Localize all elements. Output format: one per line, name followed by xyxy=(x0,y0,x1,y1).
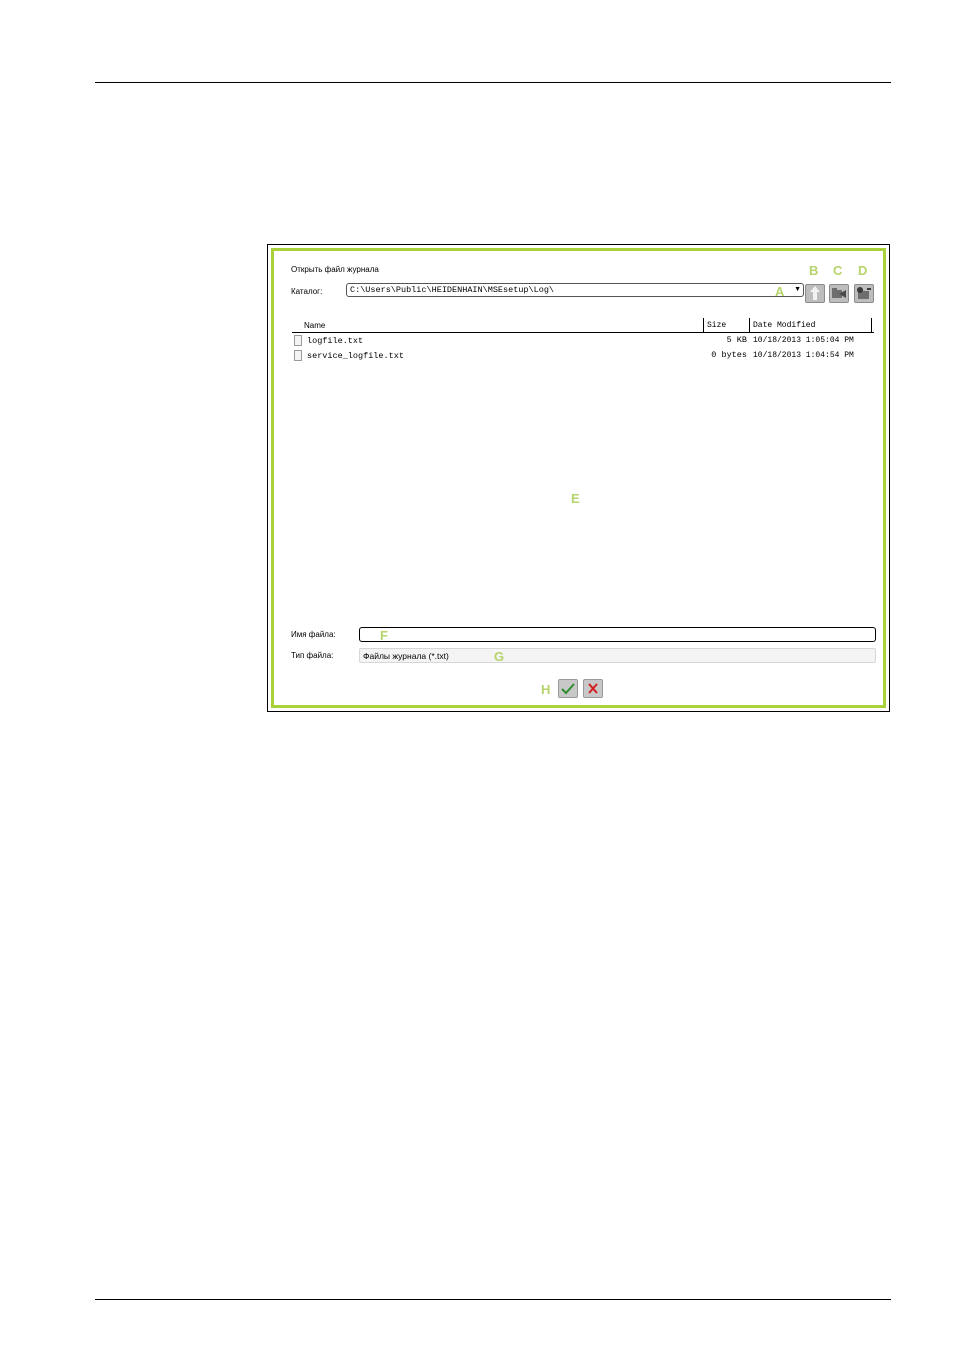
folder-back-icon xyxy=(832,288,846,298)
file-name: service_logfile.txt xyxy=(307,351,404,361)
file-name: logfile.txt xyxy=(307,336,364,346)
file-row[interactable]: logfile.txt 5 KB 10/18/2013 1:05:04 PM xyxy=(292,335,874,349)
callout-c: C xyxy=(833,263,843,278)
ok-button[interactable] xyxy=(558,679,578,698)
file-date: 10/18/2013 1:04:54 PM xyxy=(753,351,854,360)
file-size: 0 bytes xyxy=(711,350,747,360)
column-separator[interactable] xyxy=(871,318,872,332)
filename-label: Имя файла: xyxy=(291,630,336,639)
directory-label: Каталог: xyxy=(291,287,323,296)
file-size: 5 KB xyxy=(726,335,747,345)
directory-combobox[interactable]: C:\Users\Public\HEIDENHAIN\MSEsetup\Log\… xyxy=(346,283,804,297)
new-folder-button[interactable] xyxy=(854,284,874,303)
filetype-field[interactable]: Файлы журнала (*.txt) xyxy=(359,648,876,663)
callout-e: E xyxy=(571,491,580,506)
file-date: 10/18/2013 1:05:04 PM xyxy=(753,336,854,345)
dropdown-arrow-icon[interactable]: ▼ xyxy=(794,284,801,296)
dialog-title: Открыть файл журнала xyxy=(291,265,379,274)
folder-back-button[interactable] xyxy=(829,284,849,303)
checkmark-icon xyxy=(561,683,575,695)
directory-value: C:\Users\Public\HEIDENHAIN\MSEsetup\Log\ xyxy=(350,285,555,295)
header-rule xyxy=(292,332,874,333)
file-row[interactable]: service_logfile.txt 0 bytes 10/18/2013 1… xyxy=(292,350,874,364)
callout-g: G xyxy=(494,649,505,664)
open-log-file-dialog: Открыть файл журнала B C D Каталог: C:\U… xyxy=(267,244,890,712)
page-header-rule xyxy=(95,82,891,83)
column-header-name[interactable]: Name xyxy=(304,321,325,331)
file-icon xyxy=(294,335,302,346)
column-header-size[interactable]: Size xyxy=(707,321,726,331)
close-icon xyxy=(588,683,598,694)
file-icon xyxy=(294,350,302,361)
filetype-value: Файлы журнала (*.txt) xyxy=(363,651,449,661)
callout-b: B xyxy=(809,263,819,278)
callout-d: D xyxy=(858,263,868,278)
filename-input[interactable] xyxy=(359,627,876,642)
column-separator[interactable] xyxy=(749,318,750,332)
column-separator[interactable] xyxy=(703,318,704,332)
page-footer-rule xyxy=(95,1299,891,1300)
callout-f: F xyxy=(380,628,388,643)
cancel-button[interactable] xyxy=(583,679,603,698)
dialog-frame: Открыть файл журнала B C D Каталог: C:\U… xyxy=(271,248,886,708)
callout-a: A xyxy=(775,284,785,299)
filetype-label: Тип файла: xyxy=(291,651,334,660)
column-header-date[interactable]: Date Modified xyxy=(753,321,815,331)
new-folder-icon xyxy=(857,287,871,299)
up-one-level-button[interactable] xyxy=(805,284,825,303)
arrow-up-icon xyxy=(810,286,820,300)
callout-h: H xyxy=(541,682,551,697)
